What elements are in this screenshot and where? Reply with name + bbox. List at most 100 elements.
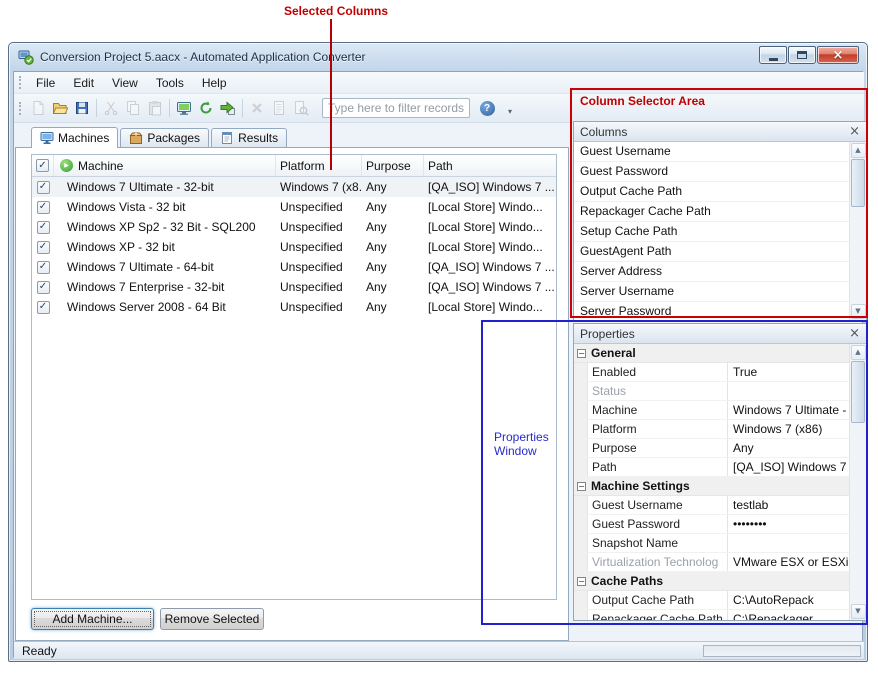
titlebar[interactable]: Conversion Project 5.aacx - Automated Ap… (9, 43, 867, 71)
checkbox-cell: ✓ (32, 261, 54, 274)
status-text: Ready (22, 644, 57, 658)
purpose-cell: Any (362, 280, 424, 294)
annotation-red-rectangle (570, 88, 868, 318)
row-checkbox[interactable]: ✓ (37, 241, 50, 254)
report-icon[interactable] (268, 97, 290, 119)
row-checkbox[interactable]: ✓ (37, 261, 50, 274)
close-button[interactable]: × (817, 46, 859, 64)
menu-help[interactable]: Help (193, 73, 236, 93)
row-checkbox[interactable]: ✓ (37, 301, 50, 314)
checkbox-cell: ✓ (32, 241, 54, 254)
filter-input[interactable] (322, 98, 470, 118)
window-title: Conversion Project 5.aacx - Automated Ap… (40, 50, 366, 64)
checkbox-cell: ✓ (32, 181, 54, 194)
new-document-icon[interactable] (27, 97, 49, 119)
toolbar-overflow-button[interactable]: ▾ (502, 97, 518, 119)
screenshot-root: Conversion Project 5.aacx - Automated Ap… (0, 0, 878, 676)
minimize-button[interactable] (759, 46, 787, 64)
annotation-selected-columns: Selected Columns (284, 4, 388, 18)
machine-row[interactable]: ✓ Windows 7 Ultimate - 64-bit Unspecifie… (32, 257, 556, 277)
tab-strip: Machines Packages Results (15, 127, 289, 148)
tab-results[interactable]: Results (211, 128, 287, 147)
row-checkbox[interactable]: ✓ (37, 221, 50, 234)
row-checkbox[interactable]: ✓ (37, 281, 50, 294)
results-tab-icon (220, 131, 234, 145)
toolbar-separator (242, 99, 243, 117)
preview-icon[interactable] (290, 97, 312, 119)
platform-cell: Unspecified (276, 240, 362, 254)
delete-icon[interactable] (246, 97, 268, 119)
machine-row[interactable]: ✓ Windows Server 2008 - 64 Bit Unspecifi… (32, 297, 556, 317)
row-checkbox[interactable]: ✓ (37, 201, 50, 214)
purpose-cell: Any (362, 200, 424, 214)
header-machine-label: Machine (78, 159, 123, 173)
machine-row[interactable]: ✓ Windows 7 Enterprise - 32-bit Unspecif… (32, 277, 556, 297)
menu-view[interactable]: View (103, 73, 147, 93)
open-icon[interactable] (49, 97, 71, 119)
paste-icon[interactable] (144, 97, 166, 119)
tab-machines[interactable]: Machines (31, 127, 118, 148)
tab-results-label: Results (238, 131, 278, 145)
tab-packages-label: Packages (147, 131, 200, 145)
machine-cell: Windows 7 Ultimate - 64-bit (54, 260, 276, 274)
caption-buttons: × (759, 46, 859, 64)
status-progress-area (703, 645, 861, 657)
checkbox-cell: ✓ (32, 201, 54, 214)
select-all-checkbox[interactable]: ✓ (36, 159, 49, 172)
toolbar-grip (19, 102, 22, 115)
help-circle: ? (480, 101, 495, 116)
purpose-cell: Any (362, 260, 424, 274)
packages-tab-icon (129, 131, 143, 145)
machine-cell: Windows XP Sp2 - 32 Bit - SQL200 (54, 220, 276, 234)
checkbox-cell: ✓ (32, 281, 54, 294)
row-checkbox[interactable]: ✓ (37, 181, 50, 194)
path-cell: [Local Store] Windo... (424, 200, 556, 214)
add-machine-button[interactable]: Add Machine... (31, 608, 154, 630)
status-bar: Ready (14, 641, 864, 659)
annotation-blue-rectangle (481, 320, 868, 625)
toolbar-separator (169, 99, 170, 117)
path-cell: [Local Store] Windo... (424, 240, 556, 254)
refresh-icon[interactable] (195, 97, 217, 119)
machine-row[interactable]: ✓ Windows XP Sp2 - 32 Bit - SQL200 Unspe… (32, 217, 556, 237)
platform-cell: Unspecified (276, 260, 362, 274)
import-icon[interactable] (217, 97, 239, 119)
menu-edit[interactable]: Edit (64, 73, 103, 93)
machine-row[interactable]: ✓ Windows 7 Ultimate - 32-bit Windows 7 … (32, 177, 556, 197)
machine-cell: Windows Server 2008 - 64 Bit (54, 300, 276, 314)
tab-machines-label: Machines (58, 131, 109, 145)
header-platform[interactable]: Platform (276, 155, 362, 176)
remove-selected-button[interactable]: Remove Selected (160, 608, 264, 630)
tab-packages[interactable]: Packages (120, 128, 209, 147)
menu-file[interactable]: File (27, 73, 64, 93)
annotation-column-selector-area: Column Selector Area (580, 94, 705, 108)
checkbox-cell: ✓ (32, 301, 54, 314)
toolbar-separator (96, 99, 97, 117)
machine-cell: Windows 7 Enterprise - 32-bit (54, 280, 276, 294)
header-machine[interactable]: ▶ Machine (54, 155, 276, 176)
table-header: ✓ ▶ Machine Platform Purpose Path (32, 155, 556, 177)
cut-icon[interactable] (100, 97, 122, 119)
save-icon[interactable] (71, 97, 93, 119)
annotation-pointer-line (330, 19, 332, 170)
menu-tools[interactable]: Tools (147, 73, 193, 93)
path-cell: [QA_ISO] Windows 7 ... (424, 280, 556, 294)
launch-machine-icon[interactable] (173, 97, 195, 119)
machine-row[interactable]: ✓ Windows XP - 32 bit Unspecified Any [L… (32, 237, 556, 257)
header-path[interactable]: Path (424, 155, 556, 176)
play-icon: ▶ (60, 159, 73, 172)
machine-cell: Windows Vista - 32 bit (54, 200, 276, 214)
machine-row[interactable]: ✓ Windows Vista - 32 bit Unspecified Any… (32, 197, 556, 217)
purpose-cell: Any (362, 180, 424, 194)
machine-cell: Windows 7 Ultimate - 32-bit (54, 180, 276, 194)
app-icon (18, 49, 34, 65)
path-cell: [QA_ISO] Windows 7 ... (424, 180, 556, 194)
copy-icon[interactable] (122, 97, 144, 119)
minimize-icon (769, 58, 778, 61)
purpose-cell: Any (362, 240, 424, 254)
platform-cell: Windows 7 (x8... (276, 180, 362, 194)
help-icon[interactable]: ? (476, 97, 498, 119)
platform-cell: Unspecified (276, 220, 362, 234)
header-purpose[interactable]: Purpose (362, 155, 424, 176)
maximize-button[interactable] (788, 46, 816, 64)
